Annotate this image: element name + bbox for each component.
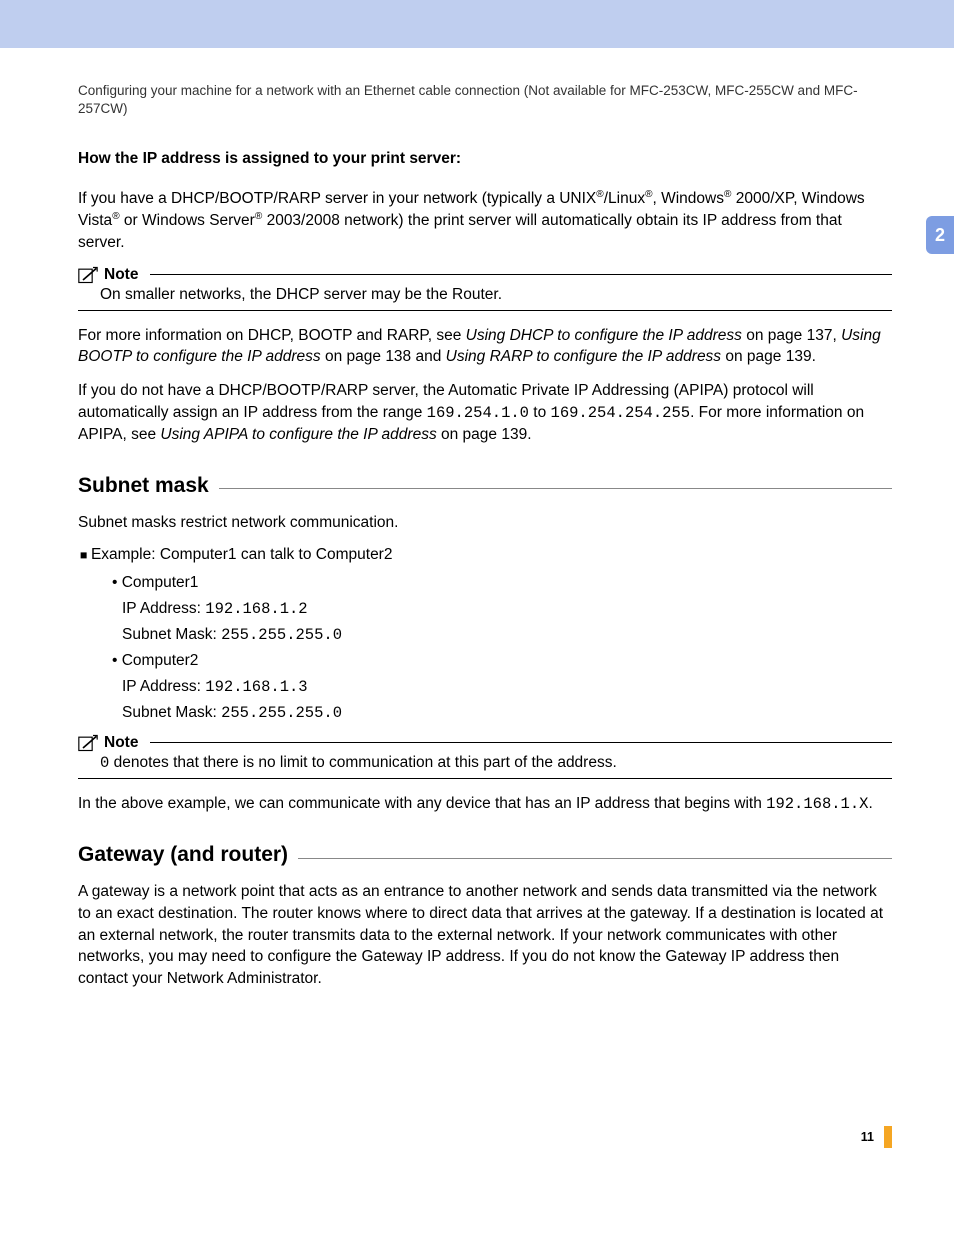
computer2-name: Computer2 [112, 652, 892, 670]
note-header: Note [78, 266, 892, 284]
zero-value: 0 [100, 754, 109, 772]
page-content: Configuring your machine for a network w… [0, 48, 954, 1202]
note-header: Note [78, 734, 892, 752]
ip-range-end: 169.254.254.255 [551, 404, 691, 422]
label: IP Address: [122, 600, 205, 617]
note-rule [150, 742, 892, 743]
heading-text: Subnet mask [78, 474, 209, 498]
xref: Using RARP to configure the IP address [446, 348, 721, 365]
heading-subnet-mask: Subnet mask [78, 474, 892, 498]
label: IP Address: [122, 678, 205, 695]
computer-list: Computer1 [78, 574, 892, 592]
text: . [868, 795, 872, 812]
label: Subnet Mask: [122, 626, 221, 643]
computer-list: Computer2 [78, 652, 892, 670]
top-band [0, 0, 954, 48]
xref: Using DHCP to configure the IP address [466, 327, 742, 344]
ip-pattern: 192.168.1.X [766, 795, 868, 813]
text: on page 138 and [321, 348, 446, 365]
text: on page 137, [742, 327, 841, 344]
value: 255.255.255.0 [221, 626, 342, 644]
paragraph-subnet-conclusion: In the above example, we can communicate… [78, 793, 892, 816]
text: For more information on DHCP, BOOTP and … [78, 327, 466, 344]
example-list: Example: Computer1 can talk to Computer2 [78, 546, 892, 564]
note-icon [78, 266, 98, 284]
reg-mark: ® [596, 189, 603, 200]
note-rule [150, 274, 892, 275]
heading-text: Gateway (and router) [78, 843, 288, 867]
footer-accent-bar [884, 1126, 892, 1148]
computer1-mask: Subnet Mask: 255.255.255.0 [78, 626, 892, 644]
example-item: Example: Computer1 can talk to Computer2 [80, 546, 892, 564]
reg-mark: ® [645, 189, 652, 200]
note-label: Note [104, 266, 138, 284]
paragraph-gateway: A gateway is a network point that acts a… [78, 881, 892, 989]
computer2-ip: IP Address: 192.168.1.3 [78, 678, 892, 696]
xref: Using APIPA to configure the IP address [160, 426, 436, 443]
ip-range-start: 169.254.1.0 [427, 404, 529, 422]
value: 255.255.255.0 [221, 704, 342, 722]
heading-rule [298, 858, 892, 859]
text: denotes that there is no limit to commun… [109, 754, 616, 771]
note-block: Note On smaller networks, the DHCP serve… [78, 266, 892, 311]
note-icon [78, 734, 98, 752]
paragraph-refs: For more information on DHCP, BOOTP and … [78, 325, 892, 368]
running-header: Configuring your machine for a network w… [78, 82, 892, 118]
reg-mark: ® [112, 211, 119, 222]
note-body: On smaller networks, the DHCP server may… [78, 286, 892, 311]
chapter-tab: 2 [926, 216, 954, 254]
label: Subnet Mask: [122, 704, 221, 721]
text: If you have a DHCP/BOOTP/RARP server in … [78, 190, 596, 207]
computer2-mask: Subnet Mask: 255.255.255.0 [78, 704, 892, 722]
heading-rule [219, 488, 892, 489]
computer1-name: Computer1 [112, 574, 892, 592]
page-footer: 11 [861, 1126, 892, 1148]
paragraph-dhcp-intro: If you have a DHCP/BOOTP/RARP server in … [78, 188, 892, 253]
text: In the above example, we can communicate… [78, 795, 766, 812]
text: to [529, 404, 551, 421]
computer1-ip: IP Address: 192.168.1.2 [78, 600, 892, 618]
text: , Windows [653, 190, 725, 207]
text: on page 139. [721, 348, 816, 365]
text: on page 139. [437, 426, 532, 443]
note-block: Note 0 denotes that there is no limit to… [78, 734, 892, 779]
text: /Linux [604, 190, 645, 207]
value: 192.168.1.3 [205, 678, 307, 696]
page-number: 11 [861, 1130, 874, 1144]
note-label: Note [104, 734, 138, 752]
text: or Windows Server [120, 212, 255, 229]
section-lead: How the IP address is assigned to your p… [78, 148, 892, 170]
paragraph-apipa: If you do not have a DHCP/BOOTP/RARP ser… [78, 380, 892, 446]
paragraph-subnet-intro: Subnet masks restrict network communicat… [78, 512, 892, 534]
heading-gateway: Gateway (and router) [78, 843, 892, 867]
note-body: 0 denotes that there is no limit to comm… [78, 754, 892, 779]
value: 192.168.1.2 [205, 600, 307, 618]
